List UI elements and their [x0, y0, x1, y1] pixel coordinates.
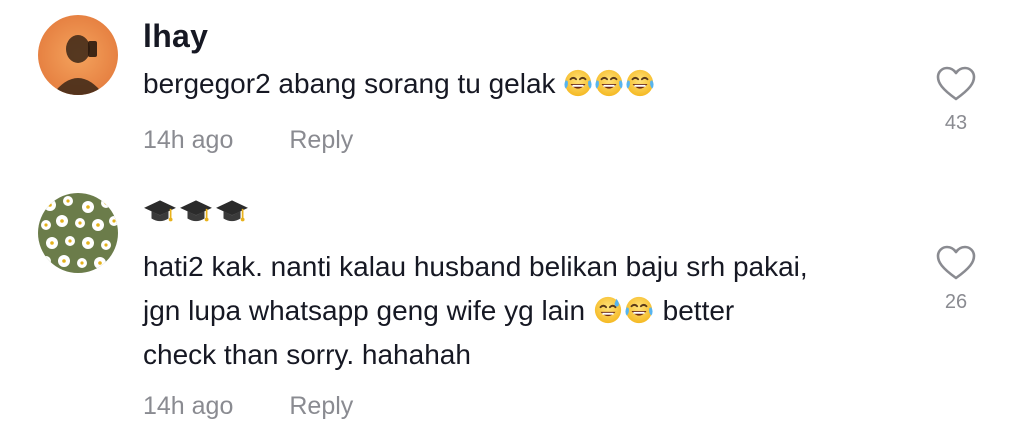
like-control[interactable]: 26 [928, 245, 984, 314]
comment-username[interactable]: lhay [143, 18, 208, 55]
grinning-face-with-sweat-icon [593, 295, 623, 325]
person-selfie-avatar-icon [38, 15, 118, 95]
comment-text-segment: better [662, 295, 735, 326]
face-with-tears-of-joy-icon [625, 68, 655, 98]
user-avatar[interactable] [38, 15, 118, 95]
like-control[interactable]: 43 [928, 66, 984, 135]
comment-text-content: bergegor2 abang sorang tu gelak [143, 68, 556, 99]
comment-text-line: hati2 kak. nanti kalau husband belikan b… [143, 251, 808, 282]
reply-button[interactable]: Reply [289, 392, 353, 421]
comment-item: hati2 kak. nanti kalau husband belikan b… [0, 180, 1022, 434]
graduation-cap-icon [179, 194, 213, 228]
reply-button[interactable]: Reply [289, 126, 353, 155]
comment-text: bergegor2 abang sorang tu gelak [143, 62, 913, 106]
like-count: 26 [944, 291, 968, 313]
daisy-flowers-avatar-icon [38, 193, 118, 273]
face-with-tears-of-joy-icon [563, 68, 593, 98]
comment-text-line: check than sorry. hahahah [143, 339, 471, 370]
comment-username[interactable] [143, 194, 249, 228]
comment-text: hati2 kak. nanti kalau husband belikan b… [143, 245, 913, 377]
like-count: 43 [944, 112, 968, 134]
heart-icon[interactable] [936, 66, 976, 102]
comment-item: lhay bergegor2 abang sorang tu gelak 14h… [0, 0, 1022, 180]
user-avatar[interactable] [38, 193, 118, 273]
comment-text-line: jgn lupa whatsapp geng wife yg lain bett… [143, 289, 913, 333]
heart-icon[interactable] [936, 245, 976, 281]
comment-meta: 14h ago Reply [143, 392, 353, 421]
comment-text-segment: jgn lupa whatsapp geng wife yg lain [143, 295, 586, 326]
face-with-tears-of-joy-icon [624, 295, 654, 325]
comment-timestamp: 14h ago [143, 392, 234, 420]
graduation-cap-icon [143, 194, 177, 228]
face-with-tears-of-joy-icon [594, 68, 624, 98]
comment-meta: 14h ago Reply [143, 126, 353, 155]
graduation-cap-icon [215, 194, 249, 228]
comment-timestamp: 14h ago [143, 126, 234, 154]
